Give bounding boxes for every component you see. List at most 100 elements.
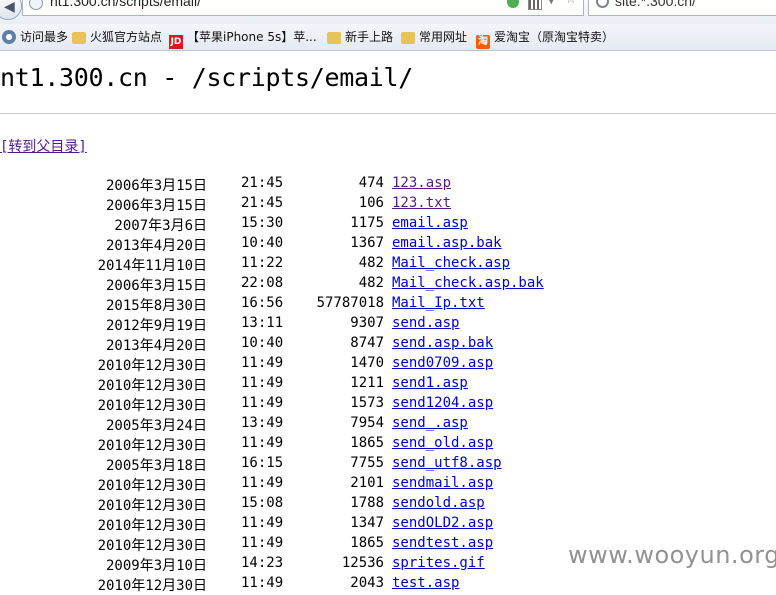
file-size: 1347	[350, 515, 384, 531]
file-time: 10:40	[241, 235, 284, 251]
file-row: 2006年3月15日 21:45 106 123.txt	[0, 195, 776, 215]
page-title: nt1.300.cn - /scripts/email/	[0, 63, 414, 92]
bookmark-star-icon[interactable]: ☆	[565, 0, 577, 7]
file-link[interactable]: send_old.asp	[392, 435, 493, 451]
file-date: 2014年11月10日	[97, 258, 207, 274]
file-link[interactable]: test.asp	[392, 575, 459, 591]
address-bar: ◀ nt1.300.cn/scripts/email/ ▼ ☆ site:*.3…	[0, 0, 776, 24]
file-date: 2006年3月15日	[105, 178, 207, 194]
file-time: 11:22	[241, 255, 284, 271]
search-icon	[596, 0, 609, 8]
parent-directory-link[interactable]: [转到父目录]	[0, 136, 87, 156]
file-time: 16:56	[241, 295, 284, 311]
file-link[interactable]: send1204.asp	[392, 395, 493, 411]
file-link[interactable]: email.asp	[392, 215, 468, 231]
file-size: 2043	[350, 575, 384, 591]
bookmark-label: 爱淘宝（原淘宝特卖）	[494, 30, 615, 44]
file-time: 11:49	[241, 535, 284, 551]
file-date: 2010年12月30日	[97, 518, 207, 534]
bookmark-firefox-official[interactable]: 火狐官方站点	[72, 28, 162, 46]
file-link[interactable]: send0709.asp	[392, 355, 493, 371]
file-size: 1470	[350, 355, 384, 371]
file-time: 11:49	[241, 435, 284, 451]
file-size: 1367	[350, 235, 384, 251]
file-link[interactable]: send.asp.bak	[392, 335, 493, 351]
bookmark-label: 新手上路	[345, 30, 394, 44]
file-date: 2007年3月6日	[114, 218, 207, 234]
file-size: 1175	[350, 215, 384, 231]
file-link[interactable]: 123.asp	[392, 175, 451, 191]
file-time: 11:49	[241, 355, 284, 371]
file-time: 21:45	[241, 175, 284, 191]
file-date: 2010年12月30日	[97, 478, 207, 494]
file-row: 2010年12月30日 11:49 2101 sendmail.asp	[0, 475, 776, 495]
file-link[interactable]: send1.asp	[392, 375, 468, 391]
file-time: 11:49	[241, 375, 284, 391]
file-link[interactable]: Mail_check.asp	[392, 255, 510, 271]
bookmark-ai-taobao[interactable]: 淘爱淘宝（原淘宝特卖）	[476, 28, 615, 49]
taobao-icon: 淘	[476, 35, 490, 49]
bookmarks-bar: 访问最多 火狐官方站点 JD 【苹果iPhone 5s】苹... 新手上路 常用网…	[0, 24, 776, 51]
file-time: 15:08	[241, 495, 284, 511]
folder-icon	[327, 32, 341, 44]
file-row: 2014年11月10日 11:22 482 Mail_check.asp	[0, 255, 776, 275]
file-date: 2010年12月30日	[97, 438, 207, 454]
url-input[interactable]: nt1.300.cn/scripts/email/ ▼ ☆	[22, 0, 584, 16]
file-row: 2012年9月19日 13:11 9307 send.asp	[0, 315, 776, 335]
file-row: 2010年12月30日 11:49 1211 send1.asp	[0, 375, 776, 395]
file-row: 2005年3月18日 16:15 7755 send_utf8.asp	[0, 455, 776, 475]
file-link[interactable]: sprites.gif	[392, 555, 485, 571]
file-size: 474	[358, 175, 384, 191]
divider	[0, 113, 776, 114]
bookmark-iphone[interactable]: JD 【苹果iPhone 5s】苹...	[169, 28, 317, 49]
file-size: 482	[358, 275, 384, 291]
dropdown-arrow-icon[interactable]: ▼	[547, 0, 555, 6]
directory-listing-page: nt1.300.cn - /scripts/email/ [转到父目录] 200…	[0, 51, 776, 594]
file-time: 10:40	[241, 335, 284, 351]
file-date: 2010年12月30日	[97, 498, 207, 514]
file-row: 2006年3月15日 22:08 482 Mail_check.asp.bak	[0, 275, 776, 295]
file-link[interactable]: sendOLD2.asp	[392, 515, 493, 531]
file-row: 2010年12月30日 11:49 1347 sendOLD2.asp	[0, 515, 776, 535]
file-time: 11:49	[241, 515, 284, 531]
bookmark-common-sites[interactable]: 常用网址	[401, 28, 467, 46]
watermark: www.wooyun.org	[568, 541, 776, 569]
file-link[interactable]: 123.txt	[392, 195, 451, 211]
file-link[interactable]: sendold.asp	[392, 495, 485, 511]
file-link[interactable]: Mail_Ip.txt	[392, 295, 485, 311]
file-time: 21:45	[241, 195, 284, 211]
file-date: 2010年12月30日	[97, 538, 207, 554]
bookmark-label: 访问最多	[20, 30, 69, 44]
file-row: 2013年4月20日 10:40 1367 email.asp.bak	[0, 235, 776, 255]
file-time: 15:30	[241, 215, 284, 231]
file-link[interactable]: sendmail.asp	[392, 475, 493, 491]
bookmark-newbie[interactable]: 新手上路	[327, 28, 393, 46]
file-size: 7755	[350, 455, 384, 471]
file-date: 2005年3月18日	[105, 458, 207, 474]
bookmark-label: 火狐官方站点	[90, 30, 163, 44]
file-link[interactable]: Mail_check.asp.bak	[392, 275, 544, 291]
file-row: 2010年12月30日 11:49 1865 send_old.asp	[0, 435, 776, 455]
file-link[interactable]: sendtest.asp	[392, 535, 493, 551]
jd-icon: JD	[169, 35, 183, 49]
file-row: 2006年3月15日 21:45 474 123.asp	[0, 175, 776, 195]
file-date: 2010年12月30日	[97, 578, 207, 594]
file-size: 9307	[350, 315, 384, 331]
file-size: 1865	[350, 435, 384, 451]
file-link[interactable]: send_.asp	[392, 415, 468, 431]
file-time: 22:08	[241, 275, 284, 291]
bookmark-most-visited[interactable]: 访问最多	[2, 28, 68, 46]
file-link[interactable]: send_utf8.asp	[392, 455, 502, 471]
back-button[interactable]: ◀	[0, 0, 22, 20]
search-input[interactable]: site:*.300.cn/	[588, 0, 776, 16]
file-link[interactable]: email.asp.bak	[392, 235, 502, 251]
shield-icon[interactable]	[507, 0, 519, 8]
url-text: nt1.300.cn/scripts/email/	[50, 0, 201, 9]
file-date: 2015年8月30日	[105, 298, 207, 314]
qr-code-icon[interactable]	[528, 0, 542, 10]
file-time: 11:49	[241, 475, 284, 491]
folder-icon	[401, 32, 415, 44]
file-link[interactable]: send.asp	[392, 315, 459, 331]
search-query: site:*.300.cn/	[615, 0, 696, 9]
file-time: 13:11	[241, 315, 284, 331]
